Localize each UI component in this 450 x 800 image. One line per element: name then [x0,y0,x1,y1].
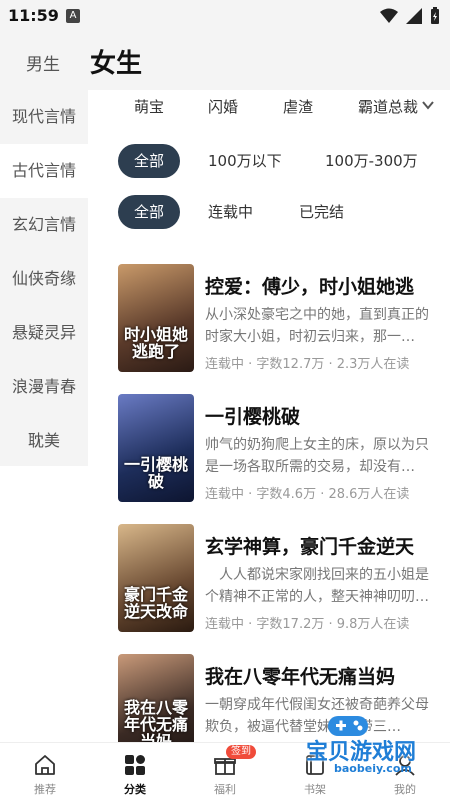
tag-row: 萌宝 闪婚 虐渣 霸道总裁 [88,90,450,126]
sidebar-item-modern-romance[interactable]: 现代言情 [0,90,88,144]
book-description: 人人都说宋家刚找回来的五小姐是个精神不正常的人，整天神神叨叨… [205,567,429,605]
tab-female[interactable]: 女生 [90,43,142,80]
filter-ongoing[interactable]: 连载中 [208,195,253,229]
book-item[interactable]: 时小姐她逃跑了 控爱：傅少，时小姐她逃 从小深处豪宅之中的她，直到真正的时家大小… [88,264,450,389]
book-title[interactable]: 我在八零年代无痛当妈 [205,662,450,689]
book-item[interactable]: 豪门千金逆天改命 玄学神算，豪门千金逆天 人人都说宋家刚找回来的五小姐是个精神不… [88,524,450,649]
sidebar-item-youth[interactable]: 浪漫青春 [0,360,88,414]
checkin-badge: 签到 [226,745,256,759]
category-sidebar: 现代言情 古代言情 玄幻言情 仙侠奇缘 悬疑灵异 浪漫青春 耽美 [0,90,88,466]
wifi-icon [380,8,398,23]
nav-welfare[interactable]: 签到 福利 [180,743,270,800]
tag-item[interactable]: 虐渣 [283,96,313,117]
chevron-down-icon[interactable] [422,100,434,110]
battery-icon [431,7,439,24]
book-description: 从小深处豪宅之中的她，直到真正的时家大小姐，时初云归来，那一… [205,307,429,345]
sidebar-item-xianxia[interactable]: 仙侠奇缘 [0,252,88,306]
sidebar-item-mystery[interactable]: 悬疑灵异 [0,306,88,360]
book-meta: 连载中 · 字数12.7万 · 2.3万人在读 [205,357,410,372]
book-cover-title: 一引樱桃破 [124,455,189,491]
book-description: 帅气的奶狗爬上女主的床，原以为只是一场各取所需的交易，却没有… [205,437,429,475]
book-cover[interactable]: 豪门千金逆天改命 [118,524,194,632]
tag-item[interactable]: 萌宝 [134,96,164,117]
status-icons [380,7,440,25]
word-count-filter: 全部 100万以下 100万-300万 [88,144,450,180]
filter-under-1m[interactable]: 100万以下 [208,144,282,178]
book-cover-title: 时小姐她逃跑了 [124,325,189,361]
book-meta: 连载中 · 字数4.6万 · 28.6万人在读 [205,487,410,502]
tag-item[interactable]: 霸道总裁 [358,96,420,117]
filter-1m-3m[interactable]: 100万-300万 [325,144,418,178]
sidebar-item-fantasy-romance[interactable]: 玄幻言情 [0,198,88,252]
signal-icon [406,8,422,24]
sidebar-item-danmei[interactable]: 耽美 [0,414,88,468]
nav-label: 福利 [214,783,236,796]
book-title[interactable]: 玄学神算，豪门千金逆天 [205,532,450,559]
notification-icon: A [66,9,80,23]
tab-male[interactable]: 男生 [26,50,60,75]
book-item[interactable]: 一引樱桃破 一引樱桃破 帅气的奶狗爬上女主的床，原以为只是一场各取所需的交易，却… [88,394,450,519]
watermark: 宝贝游戏网 baobeiy.com [306,716,446,784]
nav-label: 推荐 [34,783,56,796]
status-bar: 11:59 A [0,0,450,32]
tag-item[interactable]: 闪婚 [208,96,238,117]
book-title[interactable]: 一引樱桃破 [205,402,450,429]
category-icon [125,755,145,775]
filter-all-word-count[interactable]: 全部 [118,144,180,178]
home-icon [35,755,55,775]
nav-recommend[interactable]: 推荐 [0,743,90,800]
filter-all-status[interactable]: 全部 [118,195,180,229]
book-cover[interactable]: 一引樱桃破 [118,394,194,502]
book-meta: 连载中 · 字数17.2万 · 9.8万人在读 [205,617,410,632]
watermark-url: baobeiy.com [334,762,412,775]
book-cover[interactable]: 时小姐她逃跑了 [118,264,194,372]
nav-category[interactable]: 分类 [90,743,180,800]
book-title[interactable]: 控爱：傅少，时小姐她逃 [205,272,450,299]
gender-header: 男生 女生 [0,32,450,90]
status-time: 11:59 [8,6,59,25]
nav-label: 分类 [124,783,146,796]
book-cover-title: 豪门千金逆天改命 [124,585,189,621]
status-filter: 全部 连载中 已完结 [88,195,450,231]
filter-completed[interactable]: 已完结 [299,195,344,229]
sidebar-item-ancient-romance[interactable]: 古代言情 [0,144,88,198]
